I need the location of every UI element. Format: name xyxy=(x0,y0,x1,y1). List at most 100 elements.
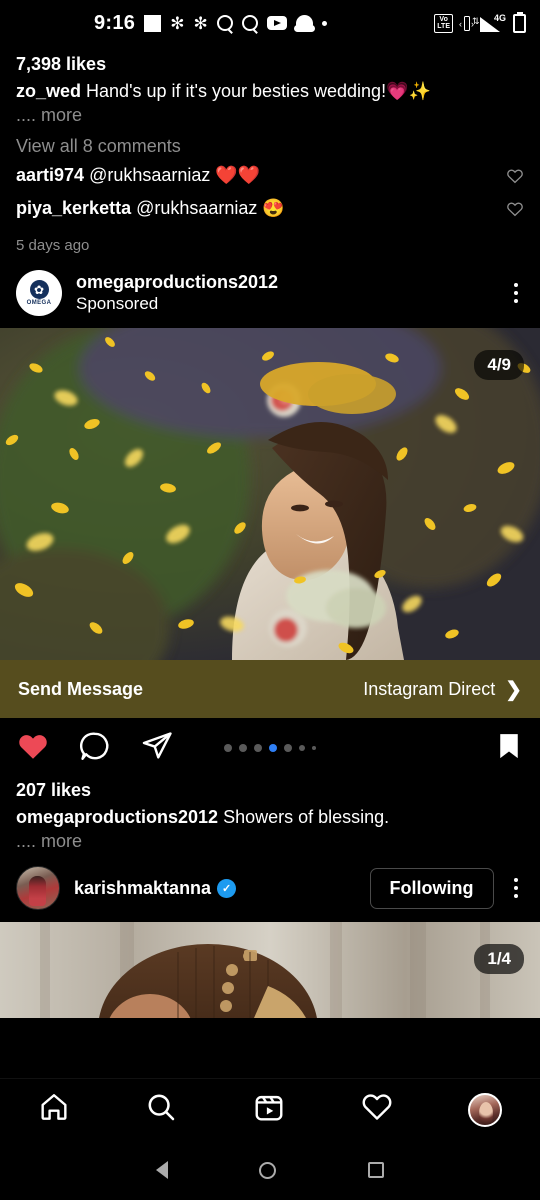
volte-line-1: Vo xyxy=(439,15,448,23)
caption-more-link[interactable]: .... more xyxy=(0,103,540,126)
comment-like-icon[interactable] xyxy=(506,167,524,190)
post-header: karishmaktanna ✓ Following xyxy=(0,852,540,922)
square-icon xyxy=(144,14,162,32)
carousel-dot xyxy=(224,744,232,753)
carousel-dot xyxy=(284,744,292,753)
post-media[interactable]: 4/9 xyxy=(0,328,540,661)
post-caption: zo_wed Hand's up if it's your besties we… xyxy=(0,75,540,103)
kebab-dot xyxy=(513,885,518,891)
search-icon xyxy=(216,15,233,31)
post-username[interactable]: karishmaktanna xyxy=(74,878,211,899)
carousel-counter: 1/4 xyxy=(474,944,524,975)
carousel-dot xyxy=(299,745,305,752)
post-sponsored: OMEGA omegaproductions2012 Sponsored xyxy=(0,254,540,852)
comment-username[interactable]: piya_kerketta xyxy=(16,198,131,218)
post-photo xyxy=(0,328,540,661)
carousel-dot xyxy=(312,746,316,751)
comment-row: piya_kerketta @rukhsaarniaz 😍 xyxy=(0,190,540,223)
comment-body: aarti974 @rukhsaarniaz ❤️❤️ xyxy=(16,164,494,187)
feed[interactable]: 7,398 likes zo_wed Hand's up if it's you… xyxy=(0,46,540,1078)
avatar[interactable]: OMEGA xyxy=(16,270,62,317)
post-next: karishmaktanna ✓ Following 1/4 xyxy=(0,852,540,1019)
caption-more-link[interactable]: .... more xyxy=(0,829,540,852)
caption-text: Hand's up if it's your besties wedding!💗… xyxy=(86,81,431,101)
snowflake-icon: ✻ xyxy=(193,13,208,33)
caption-username[interactable]: zo_wed xyxy=(16,81,81,101)
post-username-row: karishmaktanna ✓ xyxy=(74,878,237,899)
comment-text: @rukhsaarniaz ❤️❤️ xyxy=(89,165,261,186)
avatar[interactable] xyxy=(16,866,60,911)
post-actions xyxy=(0,718,540,772)
system-nav-bar xyxy=(0,1140,540,1200)
battery-icon xyxy=(513,13,526,33)
cta-label: Send Message xyxy=(18,678,144,699)
search-icon xyxy=(241,15,258,31)
kebab-dot xyxy=(513,893,518,899)
carousel-dot xyxy=(254,744,262,753)
snapchat-icon xyxy=(293,14,315,32)
caption-text: Showers of blessing. xyxy=(223,807,390,828)
avatar-brand-text: OMEGA xyxy=(26,300,52,307)
likes-count[interactable]: 7,398 likes xyxy=(0,46,540,75)
phone-screen: 9:16 ✻ ✻ Vo LTE ‹ › ⇅ 4G 7,398 likes zo_… xyxy=(0,0,540,1200)
post-header-text: karishmaktanna ✓ xyxy=(74,878,237,899)
post-header-text: omegaproductions2012 Sponsored xyxy=(76,272,278,314)
save-icon[interactable] xyxy=(494,730,524,767)
bottom-nav-bar xyxy=(0,1078,540,1140)
status-bar: 9:16 ✻ ✻ Vo LTE ‹ › ⇅ 4G xyxy=(0,0,540,46)
dot-icon xyxy=(321,20,327,26)
status-bar-left: 9:16 ✻ ✻ xyxy=(94,12,327,35)
cta-destination-label: Instagram Direct xyxy=(363,678,496,699)
snowflake-icon: ✻ xyxy=(170,13,185,33)
recents-button[interactable] xyxy=(368,1162,385,1178)
reels-icon[interactable] xyxy=(253,1091,285,1128)
omega-star-icon xyxy=(29,280,49,300)
cta-destination: Instagram Direct ❯ xyxy=(363,677,522,702)
carousel-dot xyxy=(239,744,247,753)
post-options-button[interactable] xyxy=(508,277,525,310)
chevron-right-icon: ❯ xyxy=(505,678,522,701)
home-button[interactable] xyxy=(259,1161,277,1179)
post-photo xyxy=(0,922,540,1019)
back-button[interactable] xyxy=(155,1161,168,1179)
kebab-dot xyxy=(513,282,518,288)
post-media[interactable]: 1/4 xyxy=(0,922,540,1019)
post-header: OMEGA omegaproductions2012 Sponsored xyxy=(0,254,540,328)
post-options-button[interactable] xyxy=(508,872,525,905)
caption-username[interactable]: omegaproductions2012 xyxy=(16,807,218,827)
sponsored-label: Sponsored xyxy=(76,294,159,314)
kebab-dot xyxy=(513,298,518,304)
cta-bar[interactable]: Send Message Instagram Direct ❯ xyxy=(0,660,540,719)
activity-icon[interactable] xyxy=(361,1091,393,1128)
volte-icon: Vo LTE xyxy=(434,13,453,33)
comment-icon[interactable] xyxy=(78,729,112,768)
comment-like-icon[interactable] xyxy=(506,200,524,223)
comment-text: @rukhsaarniaz 😍 xyxy=(136,198,285,219)
post-previous: 7,398 likes zo_wed Hand's up if it's you… xyxy=(0,46,540,254)
signal-4g-icon: ⇅ 4G xyxy=(472,13,506,32)
volte-line-2: LTE xyxy=(437,23,450,30)
view-all-comments-link[interactable]: View all 8 comments xyxy=(0,126,540,157)
post-caption: omegaproductions2012 Showers of blessing… xyxy=(0,801,540,829)
comment-body: piya_kerketta @rukhsaarniaz 😍 xyxy=(16,197,494,220)
home-icon[interactable] xyxy=(38,1091,70,1128)
like-icon[interactable] xyxy=(16,729,50,768)
verified-badge-icon: ✓ xyxy=(217,878,237,898)
status-bar-right: Vo LTE ‹ › ⇅ 4G xyxy=(434,13,526,33)
post-username[interactable]: omegaproductions2012 xyxy=(76,272,278,293)
carousel-dot-active xyxy=(269,744,277,753)
likes-count[interactable]: 207 likes xyxy=(0,772,540,801)
comment-row: aarti974 @rukhsaarniaz ❤️❤️ xyxy=(0,157,540,190)
kebab-dot xyxy=(513,877,518,883)
search-icon[interactable] xyxy=(145,1091,177,1128)
carousel-dots xyxy=(224,744,316,753)
network-label: 4G xyxy=(493,13,506,23)
share-icon[interactable] xyxy=(140,729,174,768)
carousel-counter: 4/9 xyxy=(474,350,524,381)
status-time: 9:16 xyxy=(94,11,136,34)
comment-username[interactable]: aarti974 xyxy=(16,165,84,185)
profile-avatar[interactable] xyxy=(468,1092,503,1127)
youtube-icon xyxy=(266,16,287,30)
following-button[interactable]: Following xyxy=(369,867,494,909)
post-timestamp: 5 days ago xyxy=(16,237,90,255)
